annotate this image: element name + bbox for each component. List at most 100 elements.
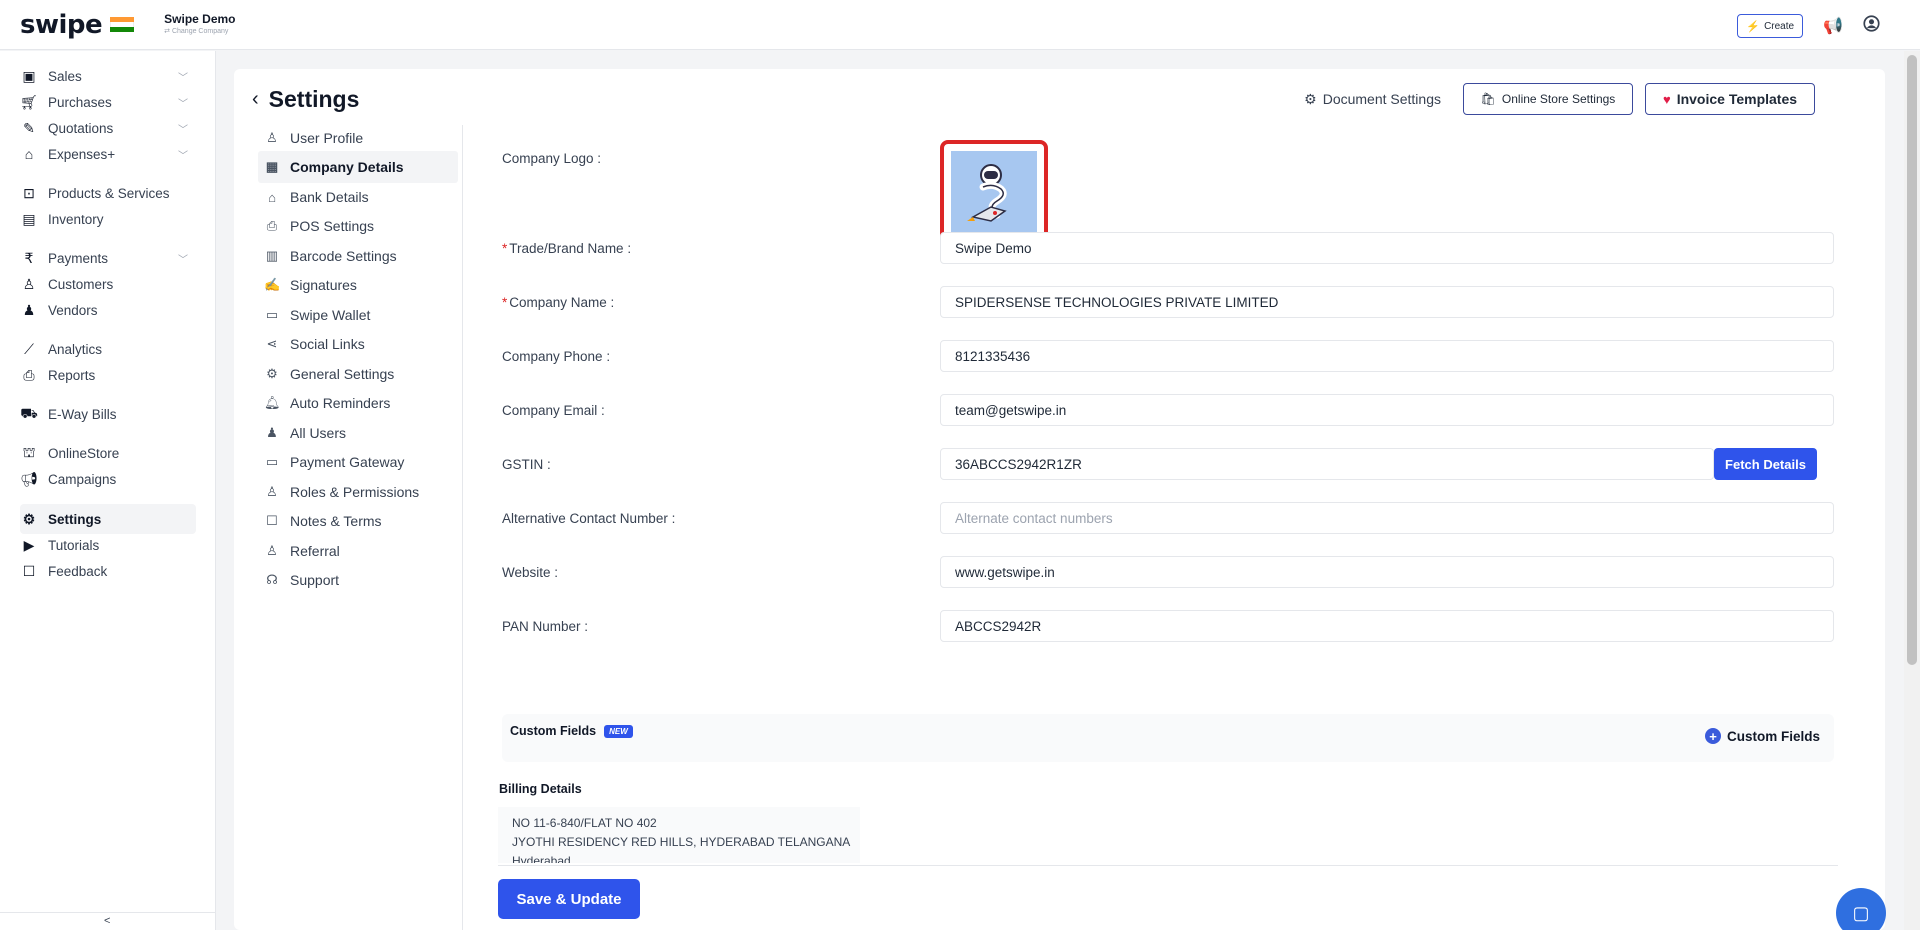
chevron-down-icon: ﹀ — [178, 72, 188, 84]
sidebar-item-expenses[interactable]: ⌂ Expenses+ ﹀ — [20, 139, 196, 169]
company-name-label-text: Company Name : — [509, 294, 615, 310]
top-bar: swipe Swipe Demo ⇄ Change Company ⚡ Crea… — [0, 0, 1920, 50]
megaphone-icon[interactable]: 📢 — [1823, 16, 1843, 36]
gstin-input[interactable]: 36ABCCS2942R1ZR — [940, 448, 1714, 480]
menu-item-payment-gateway[interactable]: ▭ Payment Gateway — [258, 446, 458, 478]
fetch-details-button[interactable]: Fetch Details — [1714, 448, 1817, 480]
store-icon: ⛫ — [22, 443, 36, 460]
chevron-down-icon: ﹀ — [178, 254, 188, 266]
top-actions: ⚡ Create 📢 — [1737, 14, 1880, 38]
menu-item-signatures[interactable]: ✍ Signatures — [258, 269, 458, 301]
change-company-link[interactable]: ⇄ Change Company — [164, 28, 235, 36]
sidebar-item-label: Sales — [48, 68, 82, 84]
truck-icon: ⛟ — [20, 404, 38, 421]
bell-icon: 🔔︎ — [264, 395, 281, 410]
trade-name-input[interactable]: Swipe Demo — [940, 232, 1834, 264]
menu-item-swipe-wallet[interactable]: ▭ Swipe Wallet — [258, 299, 458, 331]
menu-item-barcode-settings[interactable]: ▥ Barcode Settings — [258, 240, 458, 272]
share-icon: ⋖ — [266, 336, 278, 351]
company-switcher[interactable]: Swipe Demo ⇄ Change Company — [164, 12, 236, 36]
menu-item-pos-settings[interactable]: ⎙ POS Settings — [258, 210, 458, 242]
menu-item-roles-permissions[interactable]: ♙ Roles & Permissions — [258, 476, 458, 508]
sidebar-item-label: OnlineStore — [48, 445, 120, 461]
sidebar-item-feedback[interactable]: ☐ Feedback — [20, 556, 196, 586]
alt-contact-input[interactable]: Alternate contact numbers — [940, 502, 1834, 534]
menu-item-label: Payment Gateway — [290, 454, 405, 470]
required-marker: * — [502, 294, 508, 310]
users-icon: ♟ — [266, 425, 278, 440]
menu-item-bank-details[interactable]: ⌂ Bank Details — [258, 181, 458, 213]
menu-item-general-settings[interactable]: ⚙ General Settings — [258, 358, 458, 390]
document-settings-label: Document Settings — [1322, 91, 1441, 107]
card-icon: ▭ — [265, 454, 279, 469]
menu-item-support[interactable]: ☊ Support — [258, 564, 458, 596]
menu-item-user-profile[interactable]: ♙ User Profile — [258, 122, 458, 154]
create-button[interactable]: ⚡ Create — [1737, 14, 1804, 38]
sidebar-item-label: Products & Services — [48, 185, 170, 201]
trade-name-label-text: Trade/Brand Name : — [509, 240, 632, 256]
online-store-settings-button[interactable]: 🛍︎ Online Store Settings — [1463, 83, 1633, 115]
menu-item-label: Barcode Settings — [290, 248, 397, 264]
gstin-label: GSTIN : — [502, 456, 551, 472]
menu-item-label: All Users — [290, 425, 347, 441]
menu-item-all-users[interactable]: ♟ All Users — [258, 417, 458, 449]
website-input[interactable]: www.getswipe.in — [940, 556, 1834, 588]
custom-fields-section: Custom Fields NEW + Custom Fields — [502, 714, 1834, 762]
menu-divider — [462, 125, 463, 930]
invoice-templates-button[interactable]: ♥ Invoice Templates — [1645, 83, 1815, 115]
menu-item-label: Auto Reminders — [290, 395, 391, 411]
menu-item-notes-terms[interactable]: ☐ Notes & Terms — [258, 505, 458, 537]
company-name-input[interactable]: SPIDERSENSE TECHNOLOGIES PRIVATE LIMITED — [940, 286, 1834, 318]
required-marker: * — [502, 240, 508, 256]
company-email-input[interactable]: team@getswipe.in — [940, 394, 1834, 426]
sidebar-item-label: Purchases — [48, 94, 112, 110]
sidebar-item-campaigns[interactable]: 📢︎ Campaigns — [20, 464, 196, 494]
page-scrollbar[interactable] — [1904, 51, 1920, 930]
chart-icon: ⟋ — [24, 340, 34, 357]
sidebar-collapse[interactable]: < — [0, 912, 216, 930]
save-update-button[interactable]: Save & Update — [498, 879, 640, 919]
billing-address-block[interactable]: NO 11-6-840/FLAT NO 402 JYOTHI RESIDENCY… — [498, 807, 860, 863]
billing-details-title: Billing Details — [499, 782, 582, 796]
menu-item-label: User Profile — [290, 130, 364, 146]
bank-icon: ⌂ — [268, 189, 276, 205]
company-name: Swipe Demo — [164, 12, 236, 27]
sidebar-item-inventory[interactable]: ▤ Inventory — [20, 204, 196, 234]
custom-fields-title-text: Custom Fields — [510, 724, 597, 738]
company-email-label: Company Email : — [502, 402, 605, 418]
warehouse-icon: ▤ — [22, 210, 36, 227]
new-badge: NEW — [604, 724, 633, 738]
menu-item-referral[interactable]: ♙ Referral — [258, 535, 458, 567]
app-logo[interactable]: swipe — [20, 9, 135, 40]
document-settings-link[interactable]: ⚙ Document Settings — [1304, 91, 1441, 108]
company-name-label: * Company Name : — [502, 286, 614, 318]
page-title-text: Settings — [268, 86, 360, 112]
create-label: Create — [1764, 20, 1795, 32]
menu-item-label: Roles & Permissions — [290, 484, 420, 500]
user-key-icon: ♙ — [266, 484, 278, 499]
company-phone-label: Company Phone : — [502, 348, 611, 364]
logo-text: swipe — [20, 9, 103, 40]
menu-item-auto-reminders[interactable]: 🔔︎ Auto Reminders — [258, 387, 458, 419]
custom-fields-title: Custom Fields NEW — [510, 724, 633, 738]
account-icon[interactable] — [1863, 15, 1880, 37]
scrollbar-thumb[interactable] — [1907, 55, 1917, 665]
gear-icon: ⚙ — [266, 366, 278, 381]
menu-item-company-details[interactable]: ▦ Company Details — [258, 151, 458, 183]
pan-label: PAN Number : — [502, 618, 589, 634]
menu-item-label: Support — [290, 572, 340, 588]
message-icon: ☐ — [22, 562, 36, 579]
box-icon: ⊡ — [23, 184, 35, 201]
sidebar-item-vendors[interactable]: ♟ Vendors — [20, 295, 196, 325]
add-custom-field-button[interactable]: + Custom Fields — [1704, 728, 1820, 744]
chat-support-button[interactable]: ▢ — [1836, 888, 1886, 930]
company-phone-input[interactable]: 8121335436 — [940, 340, 1834, 372]
pan-input[interactable]: ABCCS2942R — [940, 610, 1834, 642]
menu-item-social-links[interactable]: ⋖ Social Links — [258, 328, 458, 360]
sidebar-item-eway-bills[interactable]: ⛟ E-Way Bills — [20, 399, 196, 429]
back-arrow-icon[interactable]: ‹ — [252, 88, 259, 111]
sidebar-item-reports[interactable]: ⎙ Reports — [20, 360, 196, 390]
chevron-down-icon: ﹀ — [178, 124, 188, 136]
pen-icon: ✎ — [23, 119, 35, 136]
signature-icon: ✍ — [264, 277, 281, 292]
